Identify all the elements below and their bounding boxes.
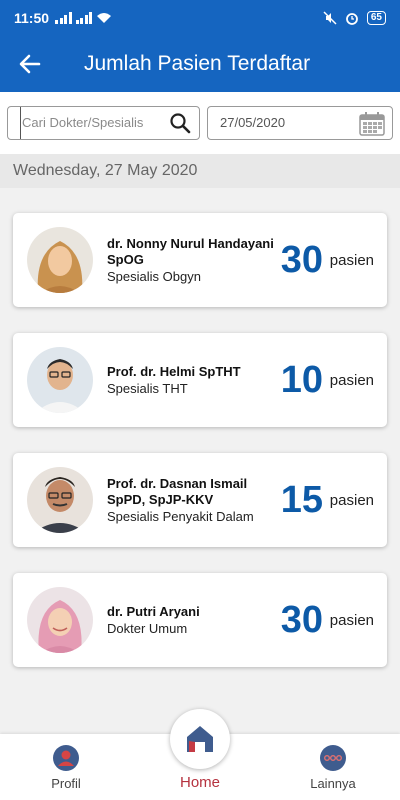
patient-unit: pasien [329, 371, 374, 389]
nav-item-lainnya[interactable]: Lainnya [302, 734, 364, 800]
doctor-card[interactable]: dr. Putri Aryani Dokter Umum 30 pasien [13, 573, 387, 667]
doctor-specialty: Spesialis Obgyn [107, 268, 201, 284]
doctor-card[interactable]: dr. Nonny Nurul Handayani SpOG Spesialis… [13, 213, 387, 307]
patient-unit: pasien [329, 491, 374, 509]
nav-label-profil: Profil [51, 776, 81, 791]
date-value: 27/05/2020 [220, 115, 286, 130]
patient-count: 30 [280, 238, 323, 281]
nav-item-profil[interactable]: Profil [35, 734, 97, 800]
doctor-card[interactable]: Prof. dr. Helmi SpTHT Spesialis THT 10 p… [13, 333, 387, 427]
patient-unit: pasien [329, 251, 374, 269]
signal-icon-2 [75, 12, 93, 24]
status-bar: 11:50 65 [0, 0, 400, 36]
app-bar: Jumlah Pasien Terdaftar [0, 36, 400, 92]
doctor-avatar [27, 347, 93, 413]
doctor-avatar [27, 587, 93, 653]
doctor-name: Prof. dr. Dasnan Ismail SpPD, SpJP-KKV [107, 475, 248, 507]
arrow-left-icon [19, 54, 41, 74]
doctor-name: dr. Nonny Nurul Handayani SpOG [107, 235, 274, 267]
filter-bar: Cari Dokter/Spesialis 27/05/2020 [0, 92, 400, 154]
patient-count: 15 [280, 478, 323, 521]
date-header: Wednesday, 27 May 2020 [0, 154, 400, 188]
doctor-name: dr. Putri Aryani [107, 603, 200, 619]
status-time: 11:50 [14, 10, 50, 26]
back-button[interactable] [0, 36, 60, 92]
page-title: Jumlah Pasien Terdaftar [84, 52, 311, 75]
doctor-specialty: Spesialis Penyakit Dalam [107, 508, 254, 524]
mute-icon [323, 11, 337, 25]
calendar-icon[interactable] [358, 111, 386, 137]
more-icon [320, 745, 346, 771]
nav-label-lainnya: Lainnya [310, 776, 356, 791]
doctor-avatar [27, 467, 93, 533]
search-icon[interactable] [169, 112, 191, 134]
doctor-specialty: Spesialis THT [107, 380, 188, 396]
signal-icon [55, 12, 72, 24]
profile-icon [53, 745, 79, 771]
alarm-icon [345, 13, 358, 25]
search-input[interactable]: Cari Dokter/Spesialis [7, 106, 200, 140]
nav-label-home: Home [179, 774, 220, 791]
home-button[interactable] [170, 709, 230, 769]
doctor-avatar [27, 227, 93, 293]
date-picker-field[interactable]: 27/05/2020 [207, 106, 393, 140]
search-placeholder: Cari Dokter/Spesialis [20, 107, 143, 139]
doctor-card[interactable]: Prof. dr. Dasnan Ismail SpPD, SpJP-KKV S… [13, 453, 387, 547]
battery-indicator: 65 [366, 11, 386, 25]
patient-unit: pasien [329, 611, 374, 629]
home-icon [187, 726, 213, 752]
doctor-specialty: Dokter Umum [107, 620, 188, 636]
wifi-icon [97, 13, 112, 23]
doctor-name: Prof. dr. Helmi SpTHT [107, 363, 241, 379]
patient-count: 30 [280, 598, 323, 641]
patient-count: 10 [280, 358, 323, 401]
